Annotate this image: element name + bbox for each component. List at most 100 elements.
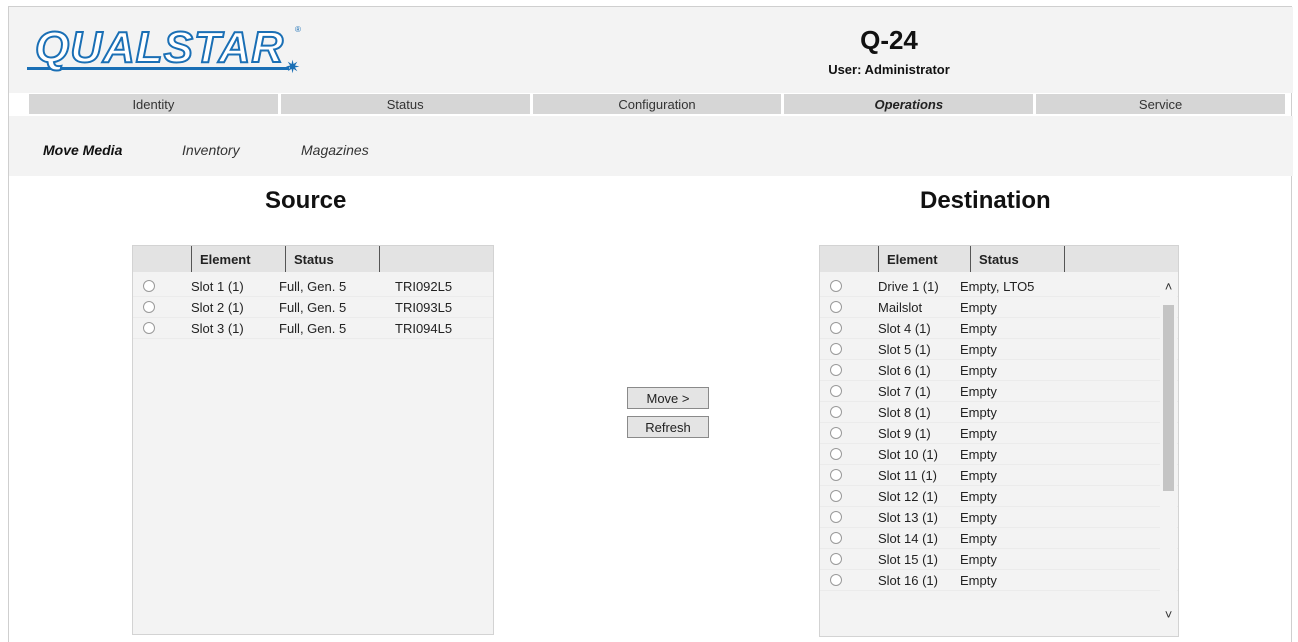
status-cell: Empty <box>960 510 997 525</box>
destination-radio[interactable] <box>830 343 842 355</box>
table-row[interactable]: Slot 7 (1) Empty <box>820 381 1178 402</box>
nav-status[interactable]: Status <box>280 94 530 114</box>
nav-operations[interactable]: Operations <box>784 94 1034 114</box>
table-row[interactable]: Mailslot Empty <box>820 297 1178 318</box>
source-radio[interactable] <box>143 301 155 313</box>
status-cell: Empty <box>960 468 997 483</box>
qualstar-logo: QUALSTAR ® ✷ <box>27 21 317 79</box>
logo-trademark: ® <box>295 25 301 34</box>
status-cell: Full, Gen. 5 <box>279 300 347 315</box>
table-row[interactable]: Slot 3 (1) Full, Gen. 5 TRI094L5 <box>133 318 493 339</box>
table-row[interactable]: Slot 2 (1) Full, Gen. 5 TRI093L5 <box>133 297 493 318</box>
status-cell: Empty <box>960 321 997 336</box>
element-cell: Slot 7 (1) <box>878 384 931 399</box>
element-cell: Slot 14 (1) <box>878 531 938 546</box>
table-row[interactable]: Slot 14 (1) Empty <box>820 528 1178 549</box>
logo-text: QUALSTAR <box>34 22 285 73</box>
source-radio[interactable] <box>143 280 155 292</box>
table-row[interactable]: Slot 1 (1) Full, Gen. 5 TRI092L5 <box>133 276 493 297</box>
destination-col-divider <box>1064 246 1065 272</box>
scroll-thumb[interactable] <box>1163 305 1174 491</box>
barcode-cell: TRI094L5 <box>395 321 453 336</box>
table-row[interactable]: Slot 8 (1) Empty <box>820 402 1178 423</box>
barcode-cell: TRI093L5 <box>395 300 453 315</box>
status-cell: Full, Gen. 5 <box>279 279 347 294</box>
destination-radio[interactable] <box>830 322 842 334</box>
destination-radio[interactable] <box>830 448 842 460</box>
source-title: Source <box>265 187 347 214</box>
subnav-magazines[interactable]: Magazines <box>301 142 369 158</box>
move-button[interactable]: Move > <box>627 387 709 409</box>
table-row[interactable]: Slot 9 (1) Empty <box>820 423 1178 444</box>
table-row[interactable]: Slot 6 (1) Empty <box>820 360 1178 381</box>
table-row[interactable]: Slot 13 (1) Empty <box>820 507 1178 528</box>
destination-radio[interactable] <box>830 553 842 565</box>
element-cell: Slot 3 (1) <box>191 321 244 336</box>
destination-title: Destination <box>920 187 1051 214</box>
element-cell: Slot 6 (1) <box>878 363 931 378</box>
table-row[interactable]: Slot 10 (1) Empty <box>820 444 1178 465</box>
main-nav: Identity Status Configuration Operations… <box>29 94 1285 115</box>
table-row[interactable]: Slot 15 (1) Empty <box>820 549 1178 570</box>
source-col-divider <box>379 246 380 272</box>
page-frame: QUALSTAR ® ✷ Q-24 User: Administrator Id… <box>8 6 1293 642</box>
element-cell: Slot 5 (1) <box>878 342 931 357</box>
element-cell: Slot 11 (1) <box>878 468 938 483</box>
element-cell: Slot 4 (1) <box>878 321 931 336</box>
source-table-header: Element Status <box>133 246 493 272</box>
destination-radio[interactable] <box>830 301 842 313</box>
table-row[interactable]: Slot 12 (1) Empty <box>820 486 1178 507</box>
status-cell: Empty <box>960 384 997 399</box>
status-cell: Empty <box>960 552 997 567</box>
table-row[interactable]: Slot 11 (1) Empty <box>820 465 1178 486</box>
user-label: User: Administrator <box>828 62 950 77</box>
header: QUALSTAR ® ✷ Q-24 User: Administrator <box>9 7 1293 93</box>
star-icon: ✷ <box>285 57 301 77</box>
table-row[interactable]: Slot 4 (1) Empty <box>820 318 1178 339</box>
element-cell: Slot 1 (1) <box>191 279 244 294</box>
nav-service[interactable]: Service <box>1036 94 1285 114</box>
element-cell: Slot 9 (1) <box>878 426 931 441</box>
destination-radio[interactable] <box>830 385 842 397</box>
destination-radio[interactable] <box>830 490 842 502</box>
scroll-down-icon[interactable]: ˅ <box>1160 607 1177 623</box>
element-cell: Slot 2 (1) <box>191 300 244 315</box>
subnav-inventory[interactable]: Inventory <box>182 142 240 158</box>
element-cell: Slot 12 (1) <box>878 489 938 504</box>
source-col-status: Status <box>285 246 379 272</box>
status-cell: Empty <box>960 426 997 441</box>
destination-radio[interactable] <box>830 364 842 376</box>
refresh-button[interactable]: Refresh <box>627 416 709 438</box>
destination-radio[interactable] <box>830 406 842 418</box>
status-cell: Empty <box>960 531 997 546</box>
destination-col-element: Element <box>878 246 970 272</box>
status-cell: Empty <box>960 300 997 315</box>
status-cell: Full, Gen. 5 <box>279 321 347 336</box>
destination-radio[interactable] <box>830 427 842 439</box>
element-cell: Slot 13 (1) <box>878 510 938 525</box>
destination-radio[interactable] <box>830 280 842 292</box>
destination-radio[interactable] <box>830 574 842 586</box>
element-cell: Slot 10 (1) <box>878 447 938 462</box>
status-cell: Empty <box>960 405 997 420</box>
table-row[interactable]: Slot 5 (1) Empty <box>820 339 1178 360</box>
status-cell: Empty <box>960 447 997 462</box>
element-cell: Slot 15 (1) <box>878 552 938 567</box>
subnav-move-media[interactable]: Move Media <box>43 142 122 158</box>
status-cell: Empty <box>960 363 997 378</box>
destination-col-status: Status <box>970 246 1064 272</box>
table-row[interactable]: Drive 1 (1) Empty, LTO5 <box>820 276 1178 297</box>
table-row[interactable]: Slot 16 (1) Empty <box>820 570 1178 591</box>
nav-configuration[interactable]: Configuration <box>532 94 782 114</box>
destination-radio[interactable] <box>830 532 842 544</box>
source-col-element: Element <box>191 246 285 272</box>
destination-radio[interactable] <box>830 469 842 481</box>
status-cell: Empty <box>960 342 997 357</box>
destination-panel: Element Status Drive 1 (1) Empty, LTO5 Ma… <box>819 245 1179 637</box>
destination-scrollbar[interactable]: ˄ ˅ <box>1160 273 1177 633</box>
source-radio[interactable] <box>143 322 155 334</box>
page-title: Q-24 <box>860 25 918 55</box>
scroll-up-icon[interactable]: ˄ <box>1160 279 1177 295</box>
nav-identity[interactable]: Identity <box>29 94 278 114</box>
destination-radio[interactable] <box>830 511 842 523</box>
